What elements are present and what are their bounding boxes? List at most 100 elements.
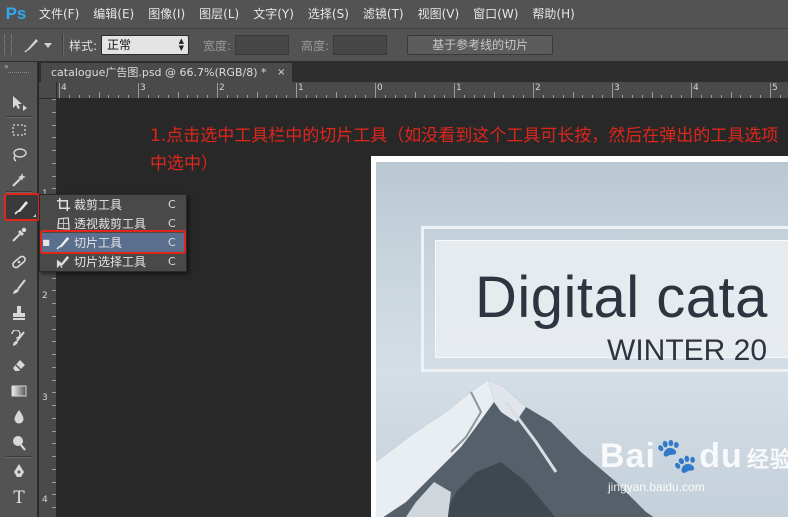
gradient-tool[interactable] (7, 380, 31, 402)
slice-icon (23, 39, 38, 53)
lasso-tool[interactable] (7, 144, 31, 166)
ruler-tick (552, 95, 554, 98)
horizontal-ruler[interactable]: 43210123456789 (57, 82, 788, 99)
menu-help[interactable]: 帮助(H) (525, 0, 581, 28)
document-tabs: catalogue广告图.psd @ 66.7%(RGB/8) * × (39, 62, 788, 82)
ruler-tick (108, 95, 110, 98)
healing-brush-tool[interactable] (7, 251, 31, 273)
ruler-tick (562, 95, 564, 98)
ruler-tick (52, 354, 56, 355)
ruler-tick (542, 95, 544, 98)
pen-tool[interactable] (7, 460, 31, 482)
ruler-tick (226, 95, 228, 98)
ruler-number: 0 (377, 83, 383, 93)
ruler-tick (473, 95, 475, 98)
ruler-tick (68, 95, 70, 98)
history-brush-icon (11, 330, 25, 346)
move-tool[interactable] (7, 92, 31, 114)
style-label: 样式: (69, 38, 98, 53)
ruler-tick (335, 92, 337, 98)
ruler-tick (691, 83, 692, 98)
ruler-tick (52, 507, 56, 508)
catalogue-subtitle: WINTER 20 (607, 334, 768, 367)
flyout-item-shortcut: C (168, 236, 176, 249)
type-icon: T (13, 488, 25, 508)
height-input[interactable] (333, 35, 388, 55)
ruler-tick (236, 95, 238, 98)
brush-tool[interactable] (7, 276, 31, 298)
ruler-tick (365, 95, 367, 98)
slices-from-guides-button[interactable]: 基于参考线的切片 (407, 35, 554, 55)
ruler-tick (52, 468, 56, 470)
menu-window[interactable]: 窗口(W) (466, 0, 525, 28)
type-tool[interactable]: T (7, 487, 31, 509)
menu-layer[interactable]: 图层(L) (192, 0, 246, 28)
photoshop-logo: Ps (5, 4, 27, 23)
ruler-tick (138, 83, 139, 98)
menu-edit[interactable]: 编辑(E) (86, 0, 141, 28)
ruler-tick (483, 95, 485, 98)
flyout-item-slice[interactable]: ■ 切片工具 C (40, 233, 186, 252)
ruler-tick (296, 83, 297, 98)
ruler-tick (52, 175, 56, 177)
document-tab[interactable]: catalogue广告图.psd @ 66.7%(RGB/8) * × (41, 63, 293, 82)
slice-tool[interactable] (4, 193, 40, 221)
flyout-item-slice-select[interactable]: 切片选择工具 C (40, 252, 186, 271)
slice-icon (55, 236, 69, 250)
ruler-tick (52, 137, 56, 139)
width-label: 宽度: (203, 38, 232, 53)
clone-stamp-tool[interactable] (7, 302, 31, 324)
updown-arrows-icon: ▲ ▼ (178, 37, 185, 52)
close-icon[interactable]: × (277, 63, 285, 82)
ruler-tick (641, 95, 643, 98)
eraser-tool[interactable] (7, 354, 31, 376)
options-grip[interactable] (4, 35, 12, 55)
width-input[interactable] (235, 35, 290, 55)
divider (62, 34, 63, 56)
ruler-tick (533, 83, 534, 98)
ruler-origin[interactable] (39, 82, 57, 99)
menu-filter[interactable]: 滤镜(T) (356, 0, 411, 28)
ruler-number: 3 (140, 83, 146, 93)
flyout-item-label: 裁剪工具 (74, 198, 123, 212)
divider (6, 191, 32, 192)
ruler-tick (661, 95, 663, 98)
menu-select[interactable]: 选择(S) (301, 0, 356, 28)
history-brush-tool[interactable] (7, 328, 31, 350)
ruler-tick (700, 95, 702, 98)
dodge-tool[interactable] (7, 432, 31, 454)
eyedropper-tool[interactable] (7, 224, 31, 246)
menu-type[interactable]: 文字(Y) (246, 0, 301, 28)
ruler-number: 3 (42, 393, 48, 403)
ruler-tick (52, 430, 56, 432)
ruler-tick (52, 290, 56, 292)
ruler-tick (52, 341, 56, 343)
magic-wand-tool[interactable] (7, 169, 31, 191)
vertical-ruler[interactable]: 1234 (39, 99, 57, 517)
baidu-watermark: Bai🐾du 经验 jingyan.baidu.com (600, 436, 788, 494)
menu-view[interactable]: 视图(V) (411, 0, 467, 28)
ruler-tick (740, 95, 742, 98)
dodge-icon (13, 436, 26, 451)
document-tab-title: catalogue广告图.psd @ 66.7%(RGB/8) * (51, 66, 267, 79)
ruler-tick (88, 95, 90, 98)
collapse-panel-icon[interactable]: » (0, 62, 37, 72)
marquee-tool[interactable] (7, 119, 31, 141)
flyout-item-perspective-crop[interactable]: 透视裁剪工具 C (40, 214, 186, 233)
ruler-tick (720, 95, 722, 98)
tool-preset-picker[interactable] (18, 32, 56, 58)
style-select[interactable]: 正常 ▲ ▼ (101, 35, 190, 55)
tools-panel: » T (0, 62, 40, 517)
flyout-item-crop[interactable]: 裁剪工具 C (40, 195, 186, 214)
blur-icon (14, 410, 24, 424)
ruler-tick (52, 456, 56, 457)
ruler-number: 2 (42, 291, 48, 301)
divider (6, 116, 32, 117)
style-value: 正常 (107, 38, 132, 52)
menu-image[interactable]: 图像(I) (141, 0, 192, 28)
move-icon (13, 96, 27, 111)
menu-file[interactable]: 文件(F) (32, 0, 86, 28)
blur-tool[interactable] (7, 406, 31, 428)
toolbar-grip[interactable] (8, 72, 29, 78)
ruler-tick (52, 379, 56, 381)
